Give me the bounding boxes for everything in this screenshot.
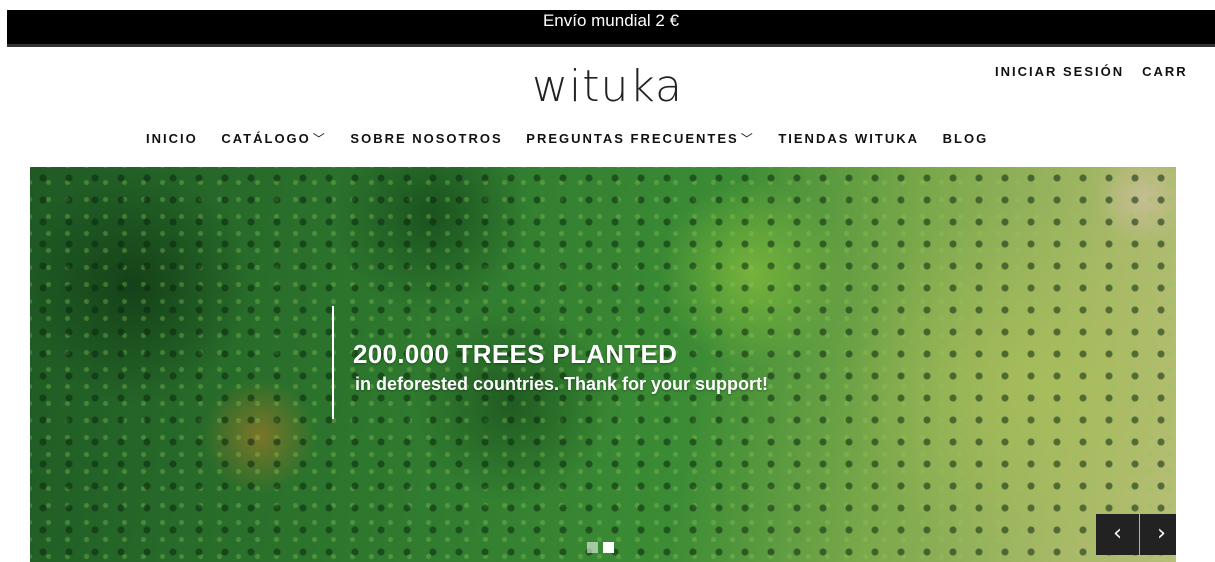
nav-item-catalogo[interactable]: CATÁLOGO ﹀ xyxy=(221,130,326,147)
main-nav: INICIO CATÁLOGO ﹀ SOBRE NOSOTROS PREGUNTA… xyxy=(146,130,1006,147)
nav-item-tiendas-wituka[interactable]: TIENDAS WITUKA xyxy=(778,131,919,146)
nav-item-sobre-nosotros[interactable]: SOBRE NOSOTROS xyxy=(350,131,502,146)
hero-subtext: in deforested countries. Thank for your … xyxy=(355,374,769,394)
slider-dot-2[interactable] xyxy=(603,542,614,553)
login-link[interactable]: INICIAR SESIÓN xyxy=(995,64,1124,79)
nav-item-label: TIENDAS WITUKA xyxy=(778,131,919,146)
cart-link[interactable]: CARR xyxy=(1142,64,1188,79)
hero-slider: 200.000 TREES PLANTED in deforested coun… xyxy=(30,167,1176,562)
slider-arrows: ‹ › xyxy=(1096,514,1176,555)
announcement-bar: Envío mundial 2 € xyxy=(7,10,1215,47)
prev-slide-button[interactable]: ‹ xyxy=(1096,514,1139,555)
slider-dot-1[interactable] xyxy=(587,542,598,553)
nav-item-label: PREGUNTAS FRECUENTES xyxy=(526,131,739,146)
next-slide-button[interactable]: › xyxy=(1140,514,1176,555)
slider-dots xyxy=(587,540,619,558)
hero-divider-line xyxy=(332,306,334,419)
account-links: INICIAR SESIÓN CARR xyxy=(995,64,1206,79)
nav-item-label: BLOG xyxy=(942,131,989,146)
nav-item-label: CATÁLOGO xyxy=(221,131,311,146)
nav-item-label: SOBRE NOSOTROS xyxy=(350,131,503,146)
announcement-text: Envío mundial 2 € xyxy=(542,11,680,30)
hero-headline: 200.000 TREES PLANTED xyxy=(353,339,678,369)
nav-item-inicio[interactable]: INICIO xyxy=(146,131,198,146)
nav-item-blog[interactable]: BLOG xyxy=(943,131,989,146)
nav-item-label: INICIO xyxy=(146,131,198,146)
nav-item-preguntas-frecuentes[interactable]: PREGUNTAS FRECUENTES ﹀ xyxy=(526,130,754,147)
chevron-down-icon: ﹀ xyxy=(740,132,755,146)
chevron-down-icon: ﹀ xyxy=(312,132,327,146)
